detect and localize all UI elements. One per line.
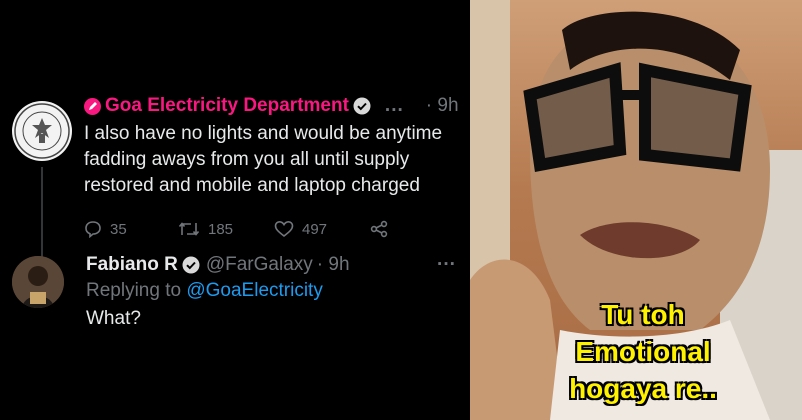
reply-more-menu[interactable]: ···	[437, 254, 456, 276]
caption-line: Emotional	[575, 336, 711, 367]
reply-header: Fabiano R @FarGalaxy · 9h	[86, 254, 462, 276]
tweet-text-line: restored and mobile and laptop charged	[84, 175, 420, 196]
caption-line: Tu toh	[601, 299, 685, 330]
meme-caption: Tu toh Emotional hogaya re..	[558, 296, 728, 407]
pen-icon	[84, 97, 101, 115]
caption-line: hogaya re..	[569, 373, 717, 404]
reply-handle[interactable]: @FarGalaxy	[206, 254, 313, 276]
share-icon	[370, 220, 388, 238]
reply-body: Fabiano R @FarGalaxy · 9h ··· Replying t…	[86, 254, 462, 330]
tweet-time[interactable]: · 9h	[426, 95, 459, 117]
replying-label: Replying to	[86, 280, 182, 301]
tweet-screenshot-panel: Goa Electricity Department ... · 9h I al…	[0, 0, 470, 420]
reply-button[interactable]: 35	[84, 220, 178, 238]
verified-badge-icon	[182, 256, 200, 274]
tweet-text-line: fadding aways from you all until supply	[84, 149, 410, 170]
heart-icon	[274, 220, 294, 238]
author-name[interactable]: Goa Electricity Department	[105, 95, 349, 117]
tweet-body: Goa Electricity Department ... · 9h I al…	[84, 95, 462, 238]
reply-icon	[85, 221, 101, 238]
share-button[interactable]	[370, 220, 396, 238]
like-button[interactable]: 497	[274, 220, 370, 238]
retweet-icon	[178, 222, 200, 236]
verified-badge-icon	[353, 97, 371, 115]
tweet-text-line: I also have no lights and would be anyti…	[84, 123, 443, 144]
tweet-time-value: 9h	[437, 95, 459, 116]
tweet-text: I also have no lights and would be anyti…	[84, 121, 462, 199]
reply-count: 35	[110, 220, 127, 238]
retweet-button[interactable]: 185	[178, 220, 274, 238]
like-count: 497	[302, 220, 328, 238]
tweet-actions: 35 185 497	[84, 220, 462, 238]
reply-time[interactable]: · 9h	[317, 254, 350, 276]
replying-to-line: Replying to @GoaElectricity	[86, 280, 462, 302]
goa-electricity-avatar[interactable]	[12, 101, 72, 161]
fabiano-avatar[interactable]	[12, 256, 64, 308]
reply-text: What?	[86, 308, 141, 329]
reply-author-name[interactable]: Fabiano R	[86, 254, 178, 276]
mention-link[interactable]: @GoaElectricity	[186, 280, 323, 301]
retweet-count: 185	[208, 220, 234, 238]
tweet-header: Goa Electricity Department ... · 9h	[84, 95, 462, 117]
more-ellipsis[interactable]: ...	[385, 95, 404, 117]
